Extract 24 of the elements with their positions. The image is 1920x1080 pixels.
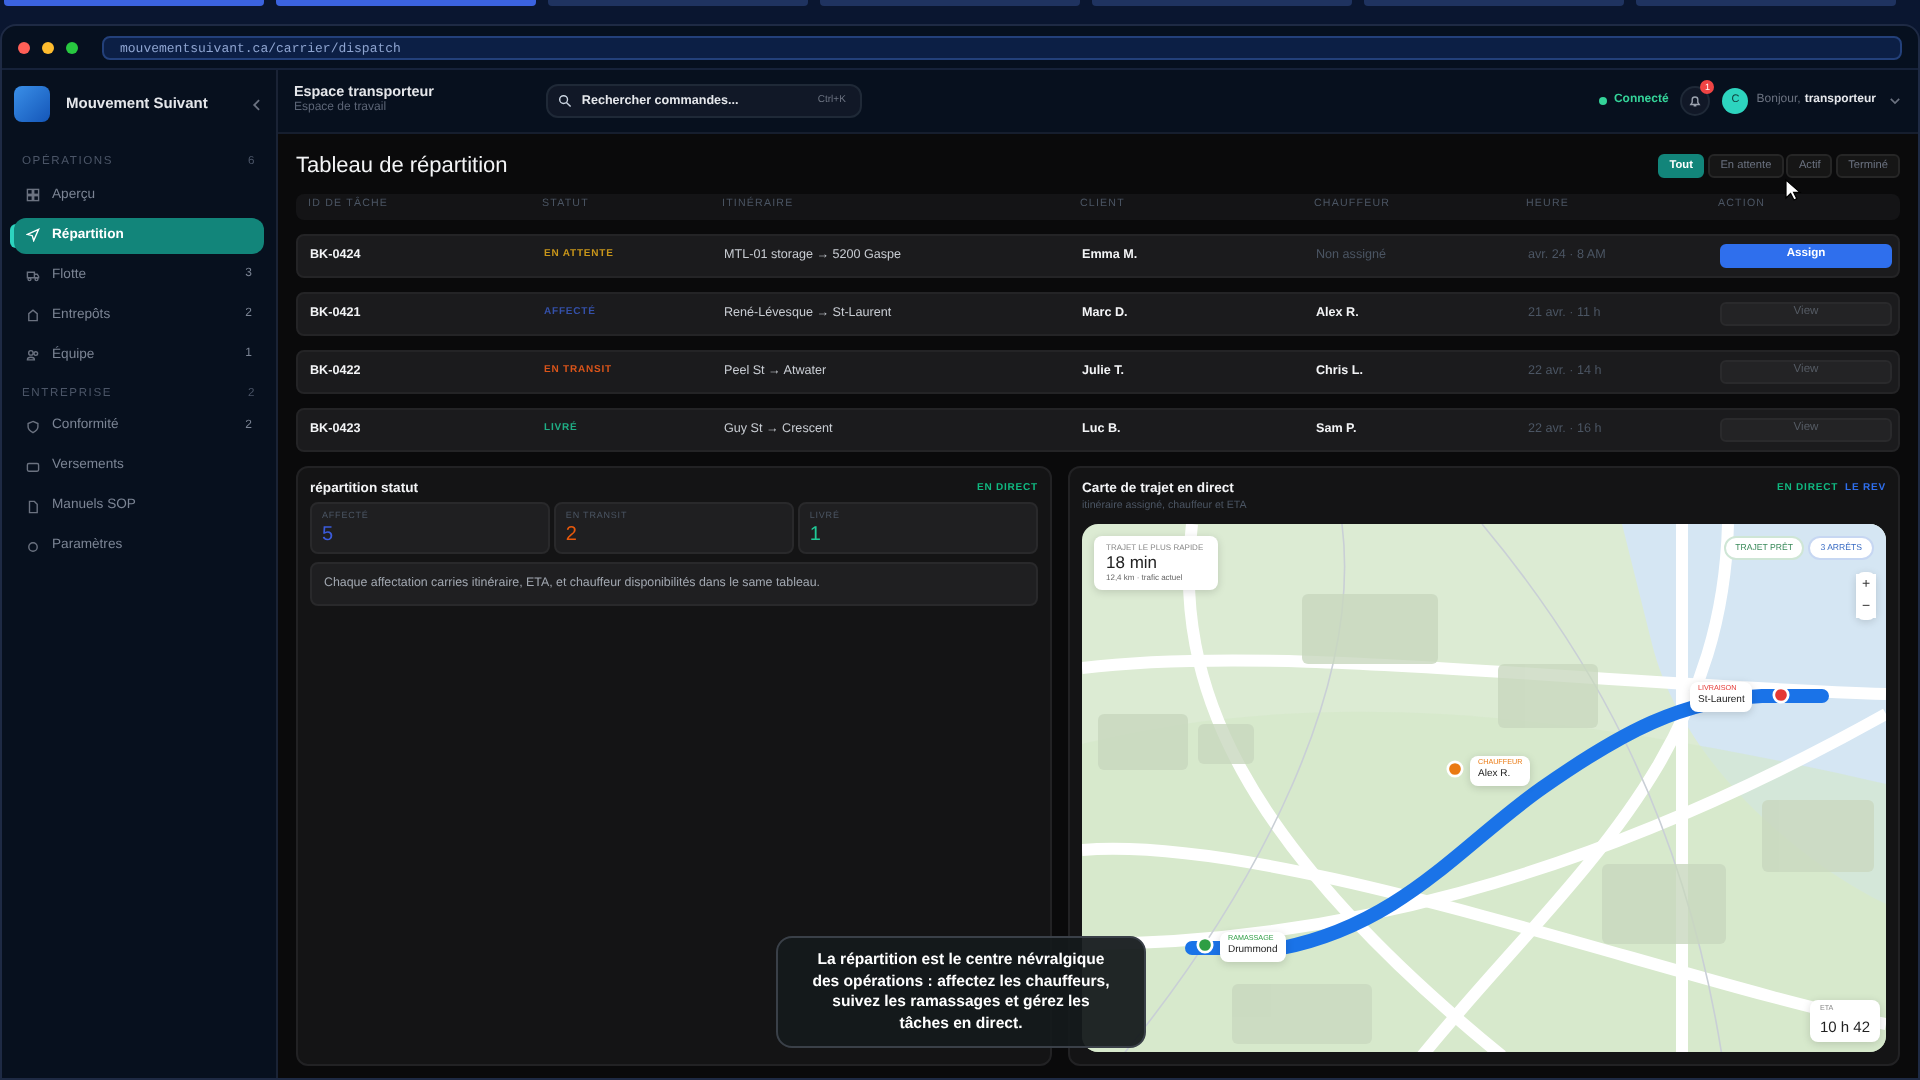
chevron-left-icon	[250, 97, 264, 111]
document-icon	[26, 499, 40, 514]
chevron-down-icon	[1888, 94, 1902, 108]
status-dot-icon	[1597, 96, 1608, 106]
building-icon	[26, 308, 40, 323]
route-duration: 18 min	[1106, 553, 1160, 572]
app-logo	[14, 86, 50, 122]
truck-icon	[26, 268, 40, 283]
page-title: Tableau de répartition	[296, 152, 508, 182]
send-icon	[26, 228, 40, 243]
driver-marker-icon	[1445, 760, 1463, 779]
stat-value: 5	[322, 524, 336, 547]
stat-value: 2	[565, 524, 579, 547]
card-icon	[26, 459, 40, 474]
close-window-dot[interactable]	[18, 41, 30, 53]
grid-icon	[26, 188, 40, 203]
bell-icon	[1688, 94, 1703, 108]
mouse-cursor-icon	[1784, 178, 1802, 202]
stat-value: 1	[809, 524, 823, 547]
minimize-window-dot[interactable]	[42, 41, 54, 53]
people-icon	[26, 348, 40, 363]
shield-icon	[26, 419, 40, 434]
search-icon	[557, 94, 572, 108]
maximize-window-dot[interactable]	[66, 41, 78, 53]
